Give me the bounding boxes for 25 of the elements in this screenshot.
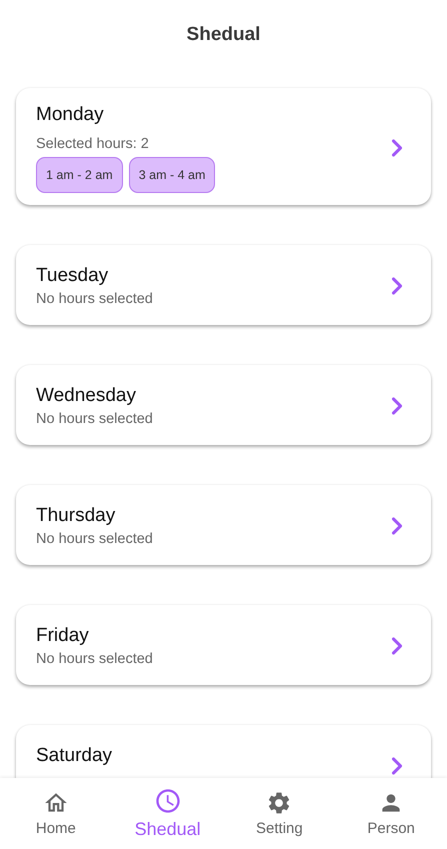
hour-chip: 3 am - 4 am (128, 157, 216, 193)
day-name: Saturday (36, 744, 114, 768)
day-name: Tuesday (36, 264, 110, 288)
day-name: Friday (36, 624, 90, 648)
day-card[interactable]: Monday Selected hours: 2 1 am - 2 am 3 am - 4 am (16, 88, 431, 205)
hours-summary: No hours selected (36, 410, 154, 429)
day-card[interactable]: Friday No hours selected (16, 605, 431, 685)
page-title: Shedual (186, 24, 260, 46)
day-name: Monday (36, 103, 105, 127)
nav-tab[interactable]: Shedual (112, 778, 224, 849)
hours-summary: No hours selected (36, 650, 154, 669)
hours-summary: No hours selected (36, 530, 154, 549)
clock-icon (154, 787, 182, 815)
nav-tab[interactable]: Setting (224, 778, 336, 849)
day-card[interactable]: Thursday No hours selected (16, 485, 431, 565)
nav-tab[interactable]: Home (0, 778, 112, 849)
hours-summary: Selected hours: 2 (36, 135, 150, 154)
hour-chip: 1 am - 2 am (36, 157, 123, 193)
day-name: Wednesday (36, 384, 137, 408)
nav-tab[interactable]: Person (335, 778, 447, 849)
hours-summary: No hours selected (36, 290, 154, 309)
day-name: Thursday (36, 504, 116, 528)
day-card[interactable]: Saturday (16, 725, 431, 778)
day-card[interactable]: Wednesday No hours selected (16, 365, 431, 445)
day-card[interactable]: Tuesday No hours selected (16, 245, 431, 325)
